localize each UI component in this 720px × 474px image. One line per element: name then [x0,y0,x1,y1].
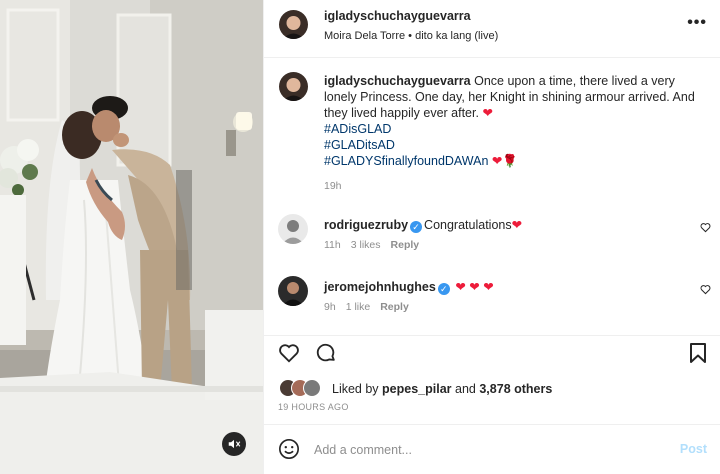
heart-icon [700,223,711,233]
comment-meta: 11h 3 likes Reply [324,239,429,251]
heart-icon [279,344,299,363]
caption-timestamp[interactable]: 19h [324,180,342,192]
hashtag-link[interactable]: #ADisGLAD [324,121,704,137]
comment-button[interactable] [315,342,337,367]
liked-by-label: Liked by [332,382,379,396]
likes-summary: Liked by pepes_pilar and 3,878 others [264,376,720,400]
post-comment-button[interactable]: Post [680,442,707,456]
likes-text: Liked by pepes_pilar and 3,878 others [332,382,552,396]
comment-username[interactable]: jeromejohnhughes [324,280,436,294]
others-count[interactable]: 3,878 others [479,382,552,396]
comment-line: jeromejohnhughes ✓ ❤ ❤ ❤ [324,279,494,295]
caption-username[interactable]: igladyschuchayguevarra [324,74,471,88]
comment-input[interactable] [314,440,634,460]
caption-avatar[interactable] [279,72,308,101]
author-username[interactable]: igladyschuchayguevarra [324,9,471,23]
like-button[interactable] [278,342,300,367]
comment-item: rodriguezruby ✓ Congratulations❤ 11h 3 like… [264,214,720,264]
audio-artist[interactable]: Moira Dela Torre [324,30,405,42]
author-avatar[interactable] [279,10,308,39]
likes-and: and [455,382,476,396]
mute-button[interactable] [222,432,246,456]
comment-likes[interactable]: 1 like [346,301,371,313]
reply-button[interactable]: Reply [391,239,420,251]
heart-icon [700,285,711,295]
audio-separator: • [405,30,416,42]
verified-badge-icon: ✓ [437,283,450,295]
comment-time[interactable]: 9h [324,301,336,313]
comment-item: jeromejohnhughes ✓ ❤ ❤ ❤ 9h 1 like Reply [264,276,720,326]
comment-emoji: ❤ [511,218,523,232]
bookmark-icon [690,343,706,363]
post-panel: igladyschuchayguevarra Moira Dela Torre … [263,0,720,474]
post-photo[interactable] [0,0,263,474]
liker-username[interactable]: pepes_pilar [382,382,451,396]
more-options-button[interactable]: ••• [687,14,707,32]
red-heart-emoji: ❤ [482,106,493,120]
comment-like-button[interactable] [700,222,711,236]
smiley-icon [279,439,299,459]
speaker-muted-icon [228,439,241,449]
heart-rose-emoji: ❤🌹 [491,154,518,168]
comment-text: Congratulations [424,218,512,232]
audio-song[interactable]: dito ka lang (live) [415,30,498,42]
liker-avatar [303,379,321,397]
comment-emoji: ❤ ❤ ❤ [455,280,494,294]
caption-text-block: igladyschuchayguevarra Once upon a time,… [324,73,704,169]
liker-avatars[interactable] [279,379,325,399]
commenter-avatar[interactable] [278,214,308,244]
post-header: igladyschuchayguevarra Moira Dela Torre … [264,0,720,58]
save-button[interactable] [688,342,708,367]
wedding-photo [0,0,263,474]
comment-likes[interactable]: 3 likes [351,239,381,251]
hashtag-link[interactable]: #GLADYSfinallyfoundDAWAn [324,154,488,168]
comment-meta: 9h 1 like Reply [324,301,419,313]
comment-like-button[interactable] [700,284,711,298]
add-comment-bar: Post [264,424,720,474]
comment-time[interactable]: 11h [324,239,341,251]
emoji-button[interactable] [278,438,300,463]
comment-username[interactable]: rodriguezruby [324,218,408,232]
comment-line: rodriguezruby ✓ Congratulations❤ [324,217,522,233]
commenter-avatar[interactable] [278,276,308,306]
post-action-bar [264,335,720,365]
verified-badge-icon: ✓ [410,221,423,233]
audio-attribution[interactable]: Moira Dela Torre • dito ka lang (live) [324,30,498,42]
reply-button[interactable]: Reply [380,301,409,313]
comment-icon [316,343,335,362]
hashtag-link[interactable]: #GLADitsAD [324,137,704,153]
post-date[interactable]: 19 HOURS AGO [278,402,349,412]
